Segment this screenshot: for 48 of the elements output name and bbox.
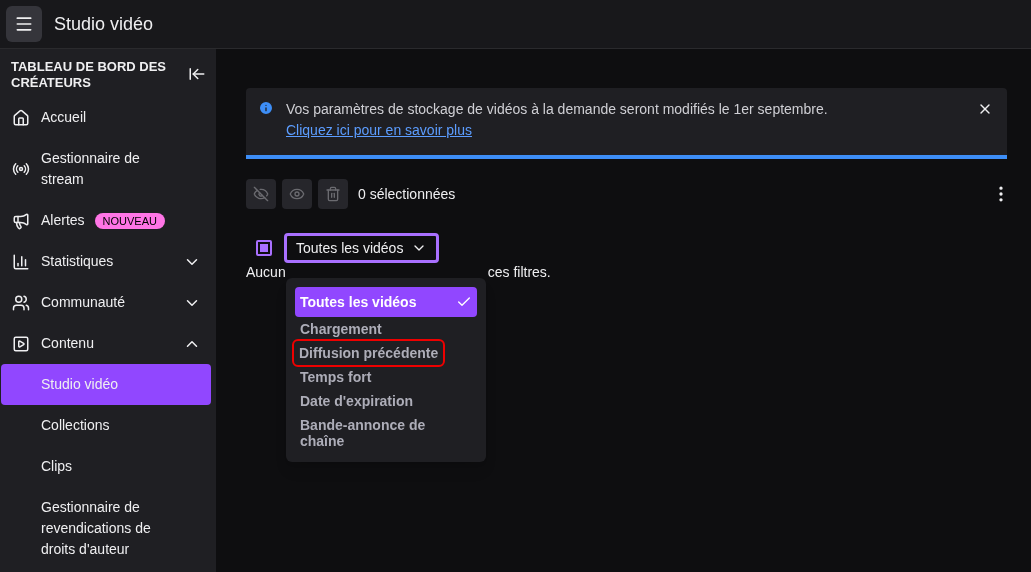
delete-button[interactable] — [318, 179, 348, 209]
sidebar-subitem[interactable]: Gestionnaire de revendications de droits d'auteur — [1, 487, 211, 570]
banner-message: Vos paramètres de stockage de vidéos à la demande seront modifiés le 1er septembre. Cliquez ici pour en savoir plus — [286, 100, 829, 140]
filter-option[interactable]: Toutes les vidéos — [295, 287, 477, 317]
sidebar-label: Alertes NOUVEAU — [41, 210, 176, 231]
empty-message: Aucun — [246, 263, 286, 281]
filter-dropdown[interactable]: Toutes les vidéos — [284, 233, 440, 263]
filter-option[interactable]: Chargement — [295, 317, 477, 341]
menu-button[interactable] — [6, 6, 42, 42]
filter-option[interactable]: Date d'expiration — [295, 389, 477, 413]
sidebar-heading: TABLEAU DE BORD DES CRÉATEURS — [11, 59, 168, 91]
select-all-checkbox[interactable] — [256, 240, 272, 256]
filter-option[interactable]: Bande-annonce de chaîne — [295, 413, 477, 453]
sidebar-subitem[interactable]: Clips — [1, 446, 211, 487]
sidebar-label: Gestionnaire de stream — [41, 149, 141, 189]
learn-more-link[interactable]: Cliquez ici pour en savoir plus — [286, 122, 472, 138]
sidebar-item[interactable]: Gestionnaire de stream — [1, 138, 215, 200]
sidebar-item[interactable]: Alertes NOUVEAU — [1, 200, 215, 241]
eye-off-icon — [253, 186, 269, 202]
filter-option[interactable]: Diffusion précédente — [294, 341, 444, 365]
megaphone-icon — [12, 211, 30, 230]
sidebar-subitem[interactable]: Collections — [1, 405, 211, 446]
video-icon — [12, 334, 30, 353]
broadcast-icon — [12, 160, 30, 178]
sidebar-label: Contenu — [41, 334, 95, 353]
sidebar-label: Communauté — [41, 293, 127, 312]
eye-icon — [289, 186, 305, 202]
sidebar-item[interactable]: Contenu — [1, 323, 215, 364]
menu-icon — [14, 14, 34, 34]
info-icon — [258, 100, 274, 116]
sidebar-label: Statistiques — [41, 252, 115, 271]
trash-icon — [325, 186, 341, 202]
sidebar-label: Accueil — [41, 108, 88, 127]
empty-message: ces filtres. — [487, 263, 551, 281]
filter-option[interactable]: Temps fort — [295, 365, 477, 389]
sidebar-item[interactable]: Accueil — [1, 97, 215, 138]
collapse-icon[interactable] — [188, 65, 206, 83]
people-icon — [12, 293, 30, 312]
bar-chart-icon — [12, 252, 30, 271]
sidebar-subitem[interactable]: Studio vidéo — [1, 364, 211, 405]
sidebar-item[interactable]: Statistiques — [1, 241, 215, 282]
home-icon — [12, 108, 30, 127]
new-badge: NOUVEAU — [94, 213, 165, 230]
page-title: Studio vidéo — [54, 12, 154, 36]
sidebar-item[interactable]: Communauté — [1, 282, 215, 323]
show-button[interactable] — [282, 179, 312, 209]
hide-button[interactable] — [246, 179, 276, 209]
selection-count: 0 sélectionnées — [358, 184, 457, 204]
